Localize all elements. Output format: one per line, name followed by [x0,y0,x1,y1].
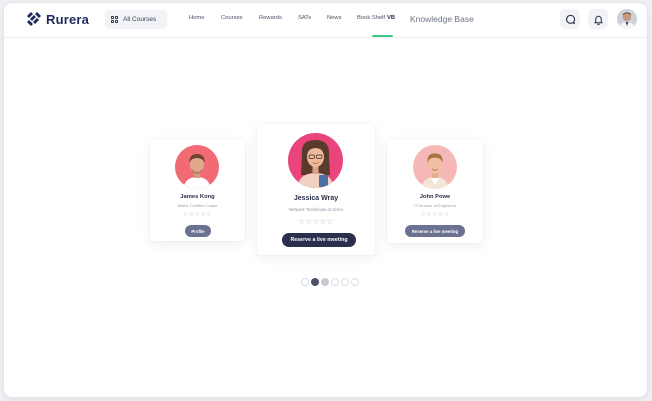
chat-button[interactable] [560,9,580,29]
teacher-card: James Kong Maths Certified Coach ☆ ☆ ☆ ☆ ☆ P… [150,139,245,241]
teacher-avatar [413,145,457,189]
star-outline-icon: ☆ [305,217,313,226]
teacher-card-featured: Jessica Wray Network Technician at Cisco… [257,124,375,255]
rating-stars: ☆ ☆ ☆ ☆ ☆ [150,211,245,218]
nav-courses[interactable]: Courses [221,15,243,21]
carousel-dot[interactable] [301,278,309,286]
star-outline-icon: ☆ [319,217,327,226]
nav-rewards[interactable]: Rewards [259,15,282,21]
reserve-live-meeting-button[interactable]: Reserve a live meeting [405,225,465,237]
teacher-name: John Powe [419,194,451,200]
teacher-role: IT Director at Engineers [413,203,457,208]
nav-home[interactable]: Home [189,15,204,21]
all-courses-button[interactable]: All Courses [105,10,167,29]
star-outline-icon: ☆ [312,217,320,226]
brand-name: Rurera [46,11,90,27]
nav-book-shelf[interactable]: Book Shelf [357,15,385,21]
profile-button[interactable]: Profile [185,225,211,237]
app-window: Rurera All Courses Home Courses Rewards … [4,3,647,397]
teacher-role: Network Technician at Cisco [289,207,343,212]
teacher-name: Jessica Wray [293,195,339,202]
rurera-logo-icon [27,12,41,26]
nav-sats[interactable]: SATs [298,15,311,21]
nav-vb[interactable]: VB [387,15,395,21]
nav-news[interactable]: News [327,15,342,21]
chat-bubble-icon [565,14,575,24]
star-outline-icon: ☆ [206,212,213,218]
rating-stars: ☆ ☆ ☆ ☆ ☆ [387,211,483,218]
active-nav-indicator [372,35,393,37]
star-outline-icon: ☆ [443,212,450,218]
user-avatar-photo [617,9,637,29]
user-avatar[interactable] [617,9,637,29]
grid-icon [111,16,118,23]
carousel-dot[interactable] [321,278,329,286]
all-courses-label: All Courses [123,16,157,23]
teacher-photo [183,154,211,189]
teacher-photo [421,153,449,189]
bell-icon [593,15,603,25]
top-navigation-bar: Rurera All Courses Home Courses Rewards … [4,3,647,38]
teacher-card: John Powe IT Director at Engineers ☆ ☆ ☆ ☆ ☆… [387,139,483,243]
teacher-avatar [288,133,343,188]
teacher-role: Maths Certified Coach [177,203,218,208]
teacher-name: James Kong [180,194,215,200]
carousel-dot[interactable] [341,278,349,286]
carousel-dot[interactable] [331,278,339,286]
nav-knowledge-base[interactable]: Knowledge Base [410,14,474,24]
star-outline-icon: ☆ [326,217,334,226]
brand-logo[interactable]: Rurera [26,11,89,27]
rating-stars: ☆ ☆ ☆ ☆ ☆ [257,217,375,226]
teacher-avatar [175,145,219,189]
carousel-pagination [301,278,359,286]
teacher-photo [297,140,334,188]
notifications-button[interactable] [588,9,608,29]
star-outline-icon: ☆ [298,217,306,226]
carousel-dot-active[interactable] [311,278,319,286]
carousel-dot[interactable] [351,278,359,286]
reserve-live-meeting-button[interactable]: Reserve a live meeting [282,233,356,247]
